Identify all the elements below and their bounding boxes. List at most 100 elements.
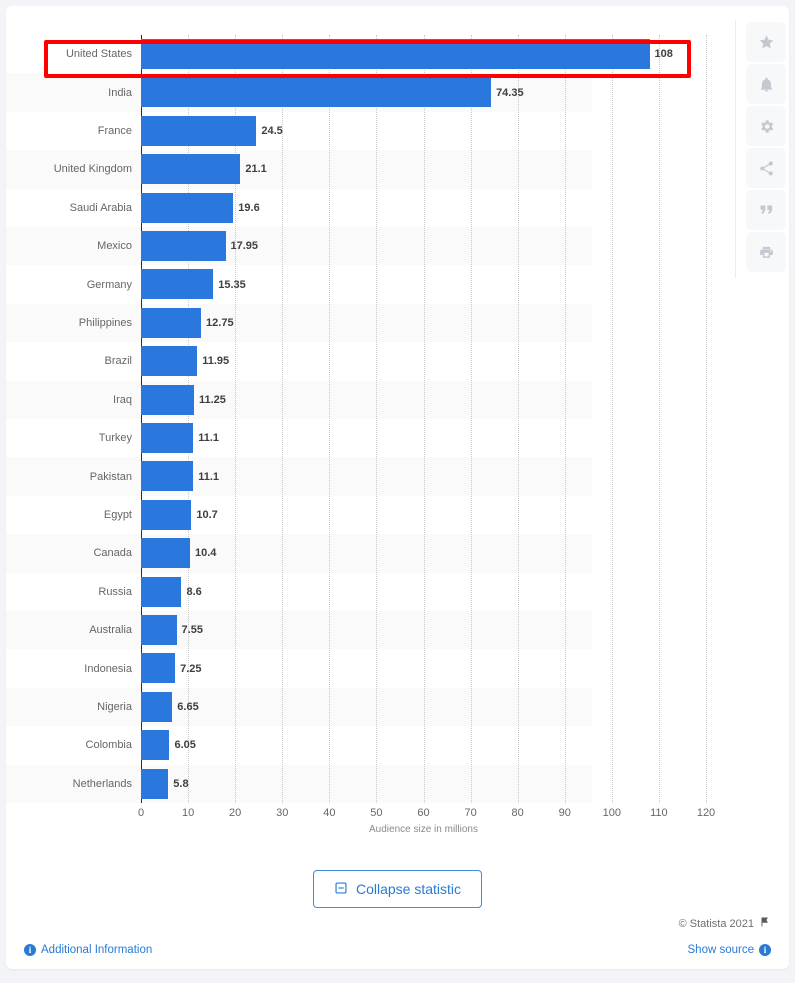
category-label: United States (65, 48, 132, 61)
bar-value-label: 15.35 (218, 278, 246, 291)
star-icon[interactable] (746, 22, 786, 62)
bar[interactable] (141, 538, 190, 569)
x-tick-label: 100 (602, 807, 622, 819)
chart-row[interactable]: Philippines 12.75 (79, 304, 706, 342)
bar[interactable] (141, 192, 234, 223)
chart-row[interactable]: Netherlands 5.8 (73, 765, 706, 803)
bar[interactable] (141, 231, 226, 261)
bar-value-label: 108 (654, 48, 673, 61)
bar[interactable] (141, 154, 241, 185)
bar[interactable] (141, 499, 192, 530)
bar[interactable] (141, 615, 177, 645)
share-icon[interactable] (746, 148, 786, 188)
chart-row[interactable]: Germany 15.35 (87, 265, 706, 303)
additional-information-label: Additional Information (41, 944, 153, 956)
bar[interactable] (141, 384, 194, 415)
chart-row[interactable]: United States 108 (66, 35, 706, 73)
copyright: © Statista 2021 (679, 916, 771, 931)
bar[interactable] (141, 39, 650, 69)
minus-square-icon (334, 881, 348, 898)
gear-icon[interactable] (746, 106, 786, 146)
chart-row[interactable]: Iraq 11.25 (113, 381, 706, 419)
show-source-link[interactable]: Show source i (688, 944, 771, 956)
bar[interactable] (141, 423, 194, 453)
bar[interactable] (141, 768, 169, 799)
category-label: Iraq (113, 393, 132, 406)
chart-row[interactable]: Australia 7.55 (89, 611, 706, 649)
collapse-statistic-label: Collapse statistic (355, 881, 462, 897)
x-tick-label: 60 (417, 807, 430, 819)
x-tick-label: 70 (464, 807, 477, 819)
category-label: Pakistan (89, 470, 132, 483)
x-tick-label: 50 (370, 807, 383, 819)
bar-value-label: 74.35 (496, 86, 524, 99)
bar[interactable] (141, 576, 182, 607)
chart-row[interactable]: Pakistan 11.1 (90, 457, 706, 495)
collapse-statistic-button[interactable]: Collapse statistic (312, 870, 483, 908)
category-label: Philippines (78, 316, 132, 329)
bar-value-label: 17.95 (230, 240, 259, 253)
chart-row[interactable]: United Kingdom 21.1 (54, 150, 706, 188)
chart-row[interactable]: Saudi Arabia 19.6 (70, 189, 706, 227)
chart-row[interactable]: France 24.5 (98, 112, 706, 150)
show-source-label: Show source (687, 944, 754, 956)
bar-value-label: 6.05 (174, 739, 196, 752)
bar-value-label: 12.75 (206, 316, 234, 329)
bar-value-label: 11.95 (202, 355, 230, 368)
x-tick-label: 90 (558, 807, 571, 819)
chart-row[interactable]: Indonesia 7.25 (84, 649, 706, 687)
chart-row[interactable]: India 74.35 (108, 73, 706, 111)
bar[interactable] (141, 653, 176, 684)
x-tick-label: 120 (696, 807, 716, 819)
print-icon[interactable] (746, 232, 786, 272)
bar-value-label: 10.7 (196, 508, 218, 521)
bar-value-label: 5.8 (173, 777, 189, 790)
quote-icon[interactable] (746, 190, 786, 230)
gridline (706, 35, 707, 803)
bar-value-label: 21.1 (245, 163, 267, 176)
bar-value-label: 6.65 (177, 700, 199, 713)
bar[interactable] (141, 115, 257, 146)
info-icon: i (759, 944, 771, 956)
bell-icon[interactable] (746, 64, 786, 104)
chart-row[interactable]: Russia 8.6 (98, 573, 706, 611)
bar[interactable] (141, 730, 170, 761)
category-label: Australia (89, 624, 132, 637)
category-label: Indonesia (84, 662, 132, 675)
statistic-page: United States 108 India 74.35 France 24.5 Unit… (0, 0, 795, 983)
category-label: Turkey (98, 432, 132, 445)
x-axis-title: Audience size in millions (369, 824, 478, 835)
category-label: Brazil (104, 355, 132, 368)
bar[interactable] (141, 269, 214, 300)
additional-information-link[interactable]: i Additional Information (24, 944, 152, 956)
category-label: Netherlands (72, 777, 132, 790)
bar[interactable] (141, 346, 198, 377)
bar-value-label: 10.4 (194, 547, 217, 560)
category-label: Germany (86, 278, 132, 291)
x-axis: 0 10 20 30 40 50 60 70 80 90 100 110 120 (138, 803, 715, 823)
rail-divider (735, 20, 736, 278)
bar-value-label: 7.25 (180, 662, 202, 675)
chart-plot-area: United States 108 India 74.35 France 24.5 Unit… (6, 35, 707, 803)
chart-row[interactable]: Brazil 11.95 (104, 342, 706, 380)
bar-value-label: 7.55 (181, 624, 203, 637)
x-tick-label: 10 (181, 807, 195, 819)
x-tick-label: 20 (229, 807, 242, 819)
bar[interactable] (141, 77, 492, 108)
category-label: Nigeria (97, 700, 132, 713)
chart-row[interactable]: Nigeria 6.65 (97, 688, 706, 726)
bar[interactable] (141, 307, 202, 338)
chart-row[interactable]: Mexico 17.95 (97, 227, 706, 265)
chart-row[interactable]: Canada 10.4 (93, 534, 706, 572)
chart-row[interactable]: Colombia 6.05 (86, 726, 706, 764)
chart-row[interactable]: Turkey 11.1 (99, 419, 706, 457)
bar[interactable] (141, 691, 173, 722)
bar-value-label: 8.6 (186, 585, 202, 598)
copyright-text: © Statista 2021 (678, 917, 754, 930)
category-label: India (108, 86, 132, 99)
chart-row[interactable]: Egypt 10.7 (104, 496, 706, 534)
bar-chart: United States 108 India 74.35 France 24.5 Unit… (6, 6, 726, 851)
flag-icon[interactable] (759, 916, 771, 931)
category-label: Colombia (85, 739, 132, 752)
bar[interactable] (141, 461, 194, 492)
